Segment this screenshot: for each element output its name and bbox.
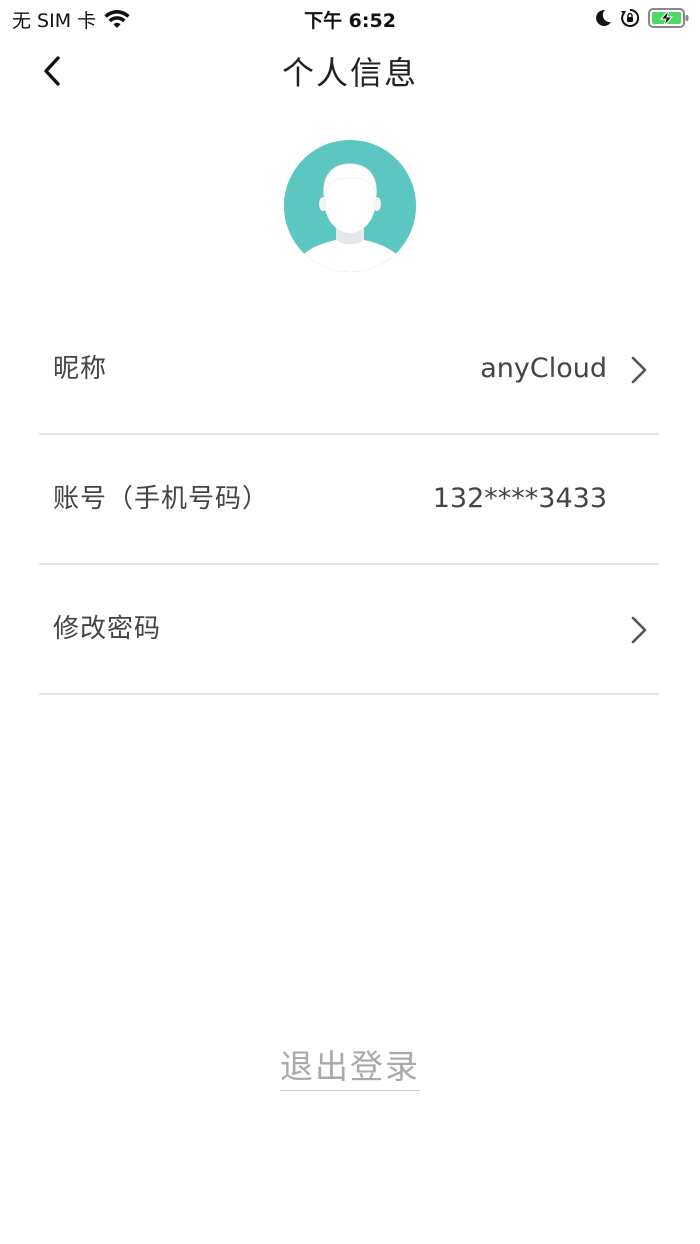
chevron-right-icon bbox=[631, 616, 647, 644]
battery-charging-icon bbox=[648, 7, 690, 33]
chevron-right-icon bbox=[631, 356, 647, 384]
avatar[interactable] bbox=[284, 140, 416, 272]
nickname-row[interactable]: 昵称 anyCloud bbox=[39, 305, 659, 435]
page-title: 个人信息 bbox=[281, 54, 418, 92]
account-row: 账号（手机号码） 132****3433 bbox=[39, 435, 659, 565]
change-password-label: 修改密码 bbox=[53, 614, 162, 644]
nav-bar: 个人信息 bbox=[0, 40, 700, 100]
orientation-lock-icon bbox=[620, 8, 640, 32]
moon-icon bbox=[594, 8, 612, 32]
status-bar: 无 SIM 卡 下午 6:52 bbox=[0, 0, 700, 40]
change-password-row[interactable]: 修改密码 bbox=[39, 565, 659, 695]
status-right bbox=[594, 7, 690, 33]
nickname-value: anyCloud bbox=[480, 353, 607, 384]
account-value: 132****3433 bbox=[432, 483, 607, 514]
nickname-label: 昵称 bbox=[53, 354, 108, 384]
default-user-avatar-icon bbox=[284, 140, 416, 272]
logout-label: 退出登录 bbox=[280, 1040, 420, 1091]
logout-button[interactable]: 退出登录 bbox=[0, 1040, 700, 1091]
account-label: 账号（手机号码） bbox=[53, 484, 270, 514]
